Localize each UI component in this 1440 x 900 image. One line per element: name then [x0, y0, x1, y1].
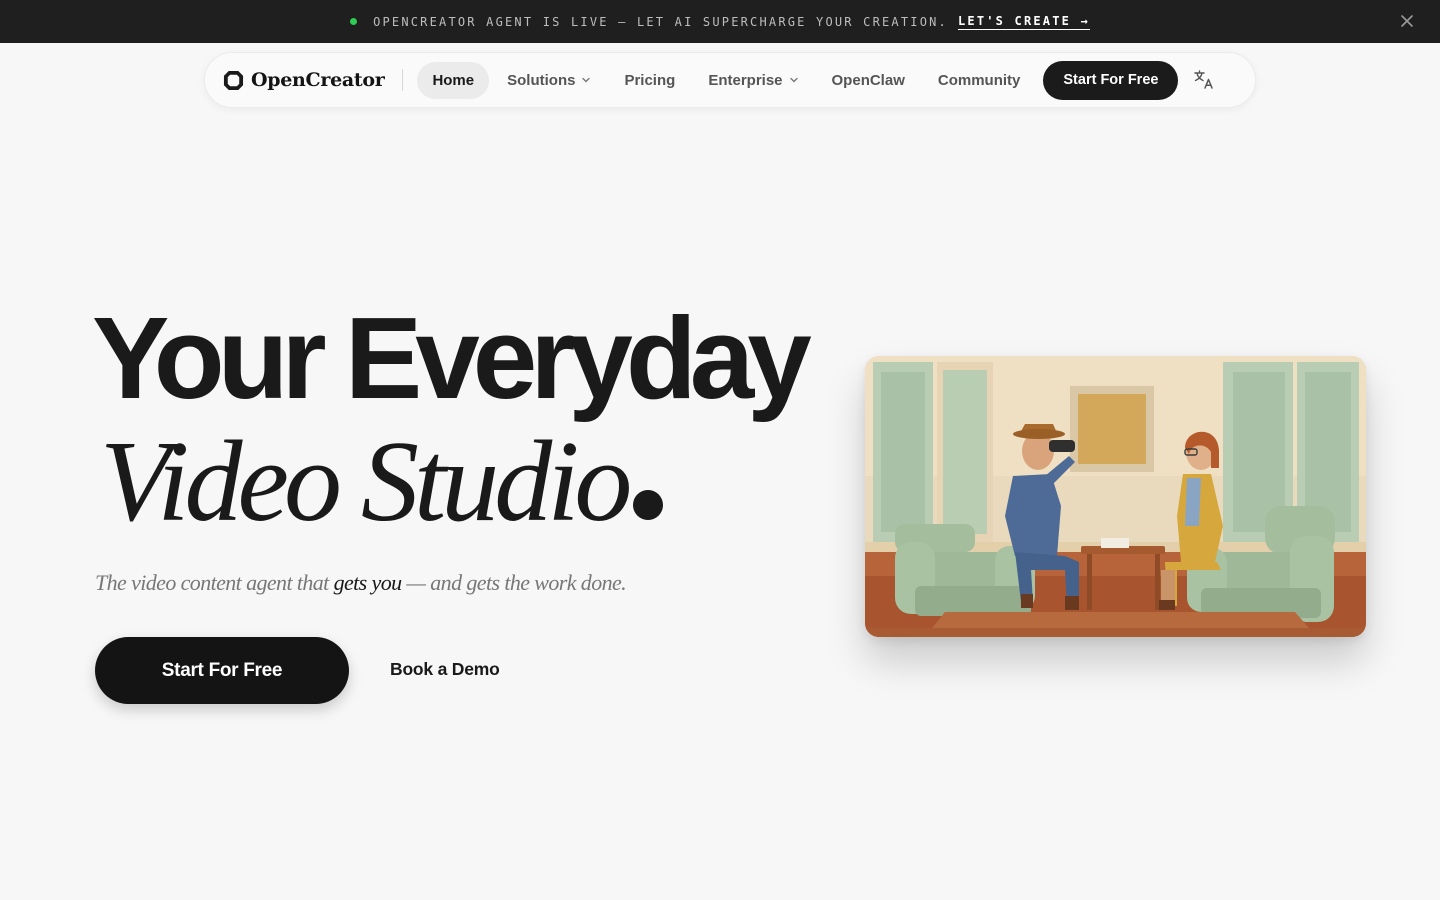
hero-title-line2: Video Studio: [100, 418, 664, 546]
nav-item-label: Community: [937, 71, 1021, 89]
hero-scene-illustration: [865, 356, 1366, 637]
banner-cta-link[interactable]: LET'S CREATE →: [957, 14, 1090, 30]
close-icon[interactable]: [1398, 12, 1416, 30]
nav-item-solutions[interactable]: Solutions: [492, 62, 606, 99]
book-demo-button[interactable]: Book a Demo: [390, 659, 500, 680]
nav-item-community[interactable]: Community: [923, 62, 1036, 99]
hero-subtitle-emphasis: gets you: [333, 570, 403, 595]
brand-name: OpenCreator: [251, 69, 385, 91]
chevron-down-icon: [789, 77, 798, 83]
nav-item-label: OpenClaw: [831, 71, 905, 89]
nav-divider: [402, 69, 404, 91]
nav-item-label: Solutions: [507, 71, 576, 89]
nav-item-enterprise[interactable]: Enterprise: [693, 62, 813, 99]
main-nav: OpenCreator Home Solutions Pricing Enter…: [204, 52, 1256, 108]
nav-item-openclaw[interactable]: OpenClaw: [817, 62, 920, 99]
hero-title-dot: [633, 490, 664, 520]
nav-item-pricing[interactable]: Pricing: [609, 62, 690, 99]
live-status-dot: [350, 18, 358, 25]
hero-title-line2-text: Video Studio: [100, 418, 632, 546]
hero-subtitle-end: — and gets the work done.: [401, 570, 627, 595]
nav-item-home[interactable]: Home: [417, 61, 490, 99]
nav-item-label: Home: [432, 71, 475, 89]
banner-message: OPENCREATOR AGENT IS LIVE — LET AI SUPER…: [373, 14, 948, 29]
nav-start-free-button[interactable]: Start For Free: [1043, 60, 1179, 100]
announcement-banner: OPENCREATOR AGENT IS LIVE — LET AI SUPER…: [0, 0, 1440, 43]
hero-subtitle: The video content agent that gets you — …: [95, 570, 627, 596]
translate-icon[interactable]: [1192, 68, 1216, 92]
brand-logo[interactable]: OpenCreator: [223, 69, 385, 91]
hero-scene-image: [865, 356, 1366, 637]
hero-start-free-button[interactable]: Start For Free: [95, 637, 349, 704]
nav-item-label: Enterprise: [708, 71, 783, 89]
chevron-down-icon: [582, 77, 591, 83]
nav-items: Home Solutions Pricing Enterprise OpenCl…: [417, 61, 1038, 99]
hero-title-line1: Your Everyday: [92, 293, 812, 423]
nav-item-label: Pricing: [624, 71, 676, 89]
hero-subtitle-start: The video content agent that: [95, 570, 334, 595]
logo-mark-icon: [223, 70, 244, 90]
